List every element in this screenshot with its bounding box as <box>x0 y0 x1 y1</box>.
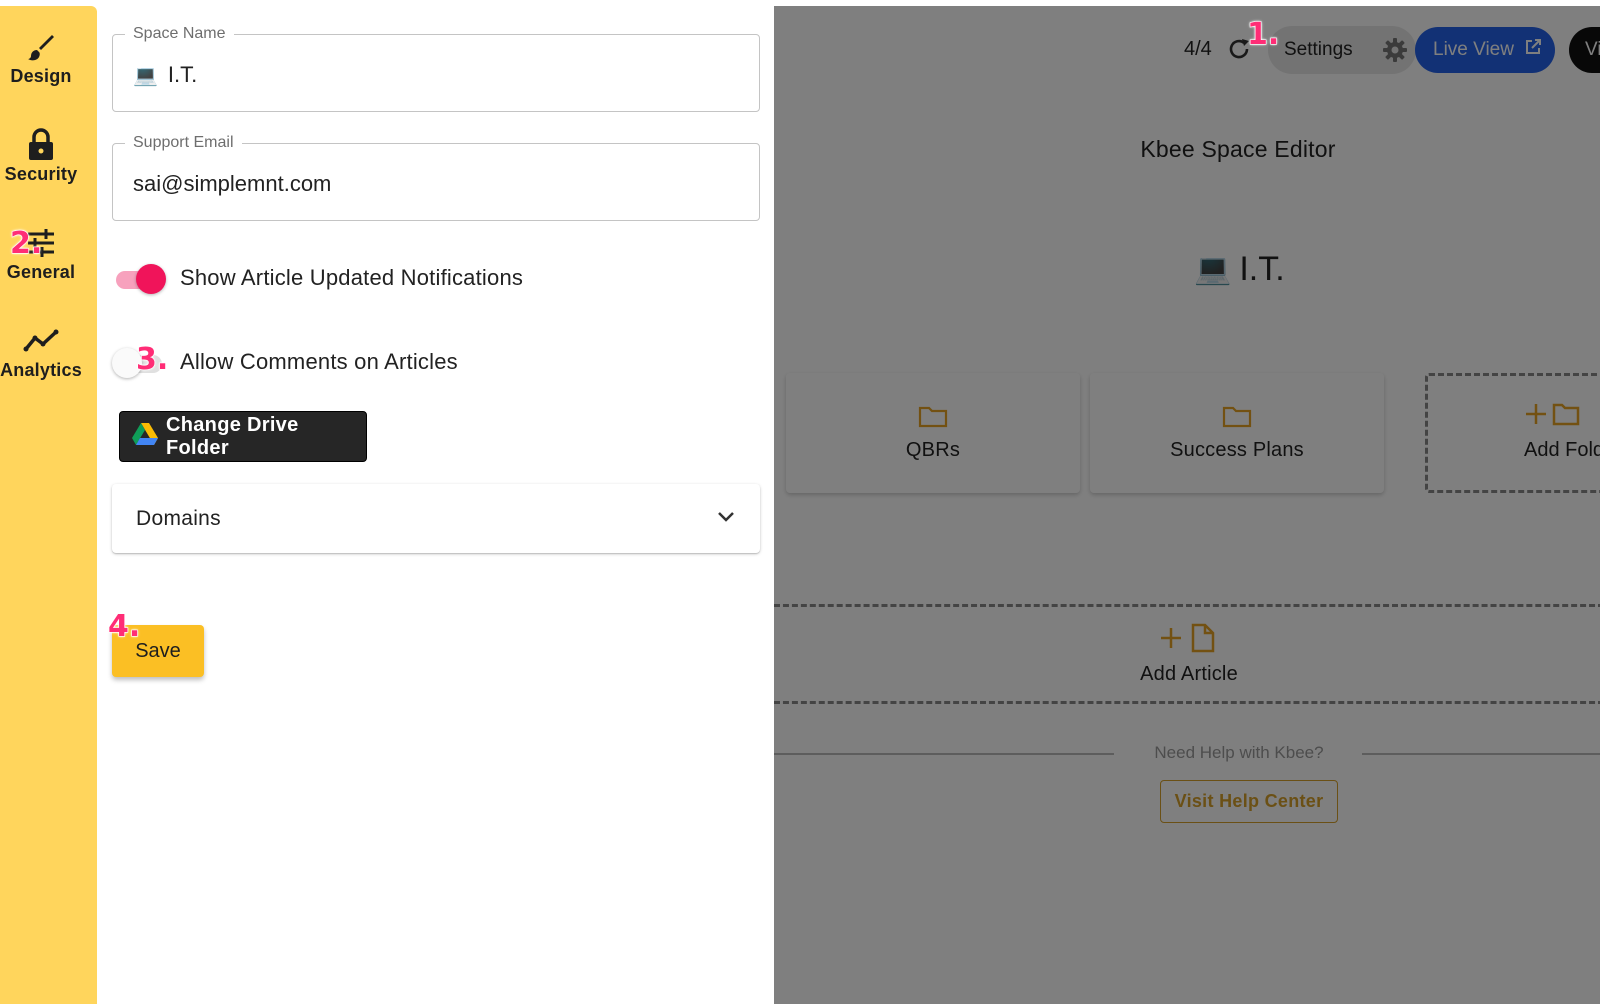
visit-help-center-button[interactable]: Visit Help Center <box>1160 780 1338 823</box>
google-drive-icon <box>132 422 158 451</box>
space-editor-title: Kbee Space Editor <box>1140 136 1336 162</box>
sidebar-item-design[interactable]: Design <box>0 30 82 87</box>
space-name-field[interactable]: Space Name 💻 I.T. <box>112 25 760 112</box>
sidebar-item-label: General <box>6 262 76 282</box>
help-prompt: Need Help with Kbee? <box>1154 743 1324 762</box>
folder-icon <box>918 404 948 433</box>
help-divider-right <box>1362 753 1600 755</box>
settings-sidebar: Design Security General Analytics <box>0 6 97 1004</box>
sidebar-item-security[interactable]: Security <box>0 128 82 185</box>
add-folder-label: Add Fold <box>1524 439 1600 461</box>
sidebar-item-analytics[interactable]: Analytics <box>0 324 82 381</box>
add-folder-icon <box>1524 400 1580 433</box>
step-marker-3: 3. <box>135 342 169 377</box>
add-article-label: Add Article <box>1140 663 1238 685</box>
preview-dark-label: Vi <box>1585 39 1600 60</box>
change-drive-folder-button[interactable]: Change Drive Folder <box>119 411 367 462</box>
trend-icon <box>23 324 59 358</box>
sidebar-item-label: Security <box>4 164 78 184</box>
preview-settings-label: Settings <box>1284 39 1353 60</box>
help-divider-left <box>774 753 1114 755</box>
support-email-field[interactable]: Support Email sai@simplemnt.com <box>112 134 760 221</box>
preview-space-name: 💻 I.T. <box>1194 250 1285 289</box>
allow-comments-label: Allow Comments on Articles <box>180 349 458 374</box>
domains-accordion[interactable]: Domains <box>112 484 760 553</box>
sidebar-item-label: Design <box>10 66 72 86</box>
support-email-input[interactable]: sai@simplemnt.com <box>133 171 331 197</box>
support-email-label: Support Email <box>125 134 242 152</box>
folder-label: Success Plans <box>1170 439 1304 461</box>
folder-label: QBRs <box>905 439 961 461</box>
folder-card-success-plans[interactable]: Success Plans <box>1090 373 1384 493</box>
space-name-label: Space Name <box>125 25 234 43</box>
space-editor-preview: 4/4 Settings Live View Vi Kbee Space Edi… <box>774 6 1600 1004</box>
external-link-icon <box>1524 38 1542 62</box>
space-name-input[interactable]: I.T. <box>168 62 197 88</box>
brush-icon <box>25 30 57 64</box>
add-folder-card[interactable]: Add Fold <box>1425 373 1600 493</box>
step-marker-4: 4. <box>107 609 141 644</box>
laptop-emoji: 💻 <box>1194 253 1232 286</box>
add-article-zone[interactable]: Add Article <box>774 604 1600 704</box>
preview-dark-button[interactable]: Vi <box>1569 27 1600 73</box>
article-updated-switch[interactable] <box>112 263 168 294</box>
live-view-button[interactable]: Live View <box>1415 27 1555 73</box>
step-marker-2: 2. <box>9 226 43 261</box>
live-view-label: Live View <box>1433 39 1514 60</box>
lock-icon <box>26 128 56 162</box>
article-updated-toggle-row: Show Article Updated Notifications <box>112 263 524 294</box>
article-updated-label: Show Article Updated Notifications <box>180 265 524 290</box>
preview-settings-button[interactable]: Settings <box>1268 26 1416 74</box>
chevron-down-icon <box>716 510 736 528</box>
change-drive-folder-label: Change Drive Folder <box>166 413 299 459</box>
article-count: 4/4 <box>1184 38 1212 60</box>
preview-space-title: I.T. <box>1239 250 1285 288</box>
step-marker-1: 1. <box>1246 17 1280 52</box>
sidebar-item-label: Analytics <box>0 360 82 380</box>
add-article-icon <box>1159 622 1219 659</box>
folder-icon <box>1222 404 1252 433</box>
domains-label: Domains <box>136 506 221 530</box>
folder-card-qbrs[interactable]: QBRs <box>786 373 1080 493</box>
gear-icon <box>1382 37 1408 69</box>
laptop-emoji: 💻 <box>133 64 158 87</box>
